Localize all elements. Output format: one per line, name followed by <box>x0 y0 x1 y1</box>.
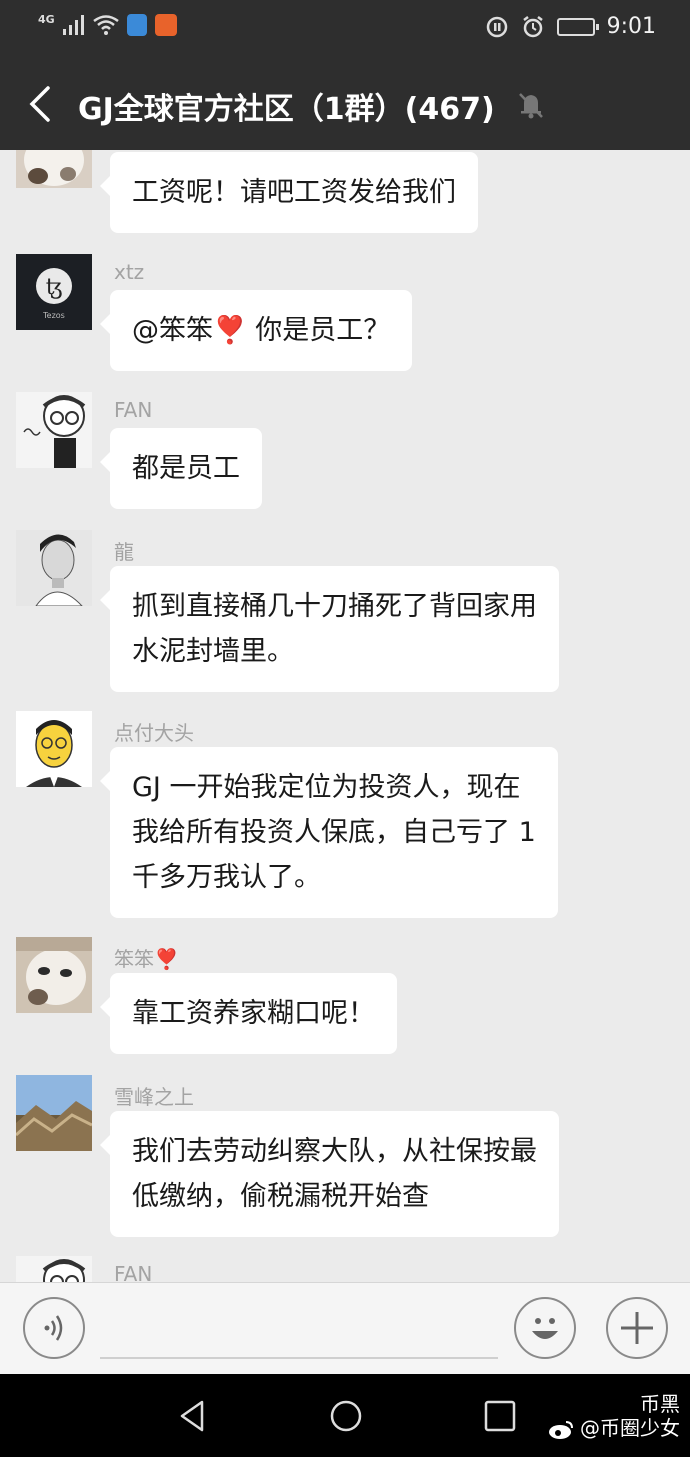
network-indicator: 4G <box>38 12 55 26</box>
message-bubble[interactable]: @笨笨❣️ 你是员工？ <box>99 290 413 371</box>
weibo-watermark: 币黑 @币圈少女 <box>548 1392 680 1440</box>
watermark-handle: @币圈少女 <box>580 1416 680 1440</box>
system-nav-bar: 币黑 @币圈少女 <box>0 1374 690 1457</box>
man-portrait-avatar[interactable] <box>16 530 92 606</box>
watermark-line1: 币黑 <box>640 1392 680 1416</box>
back-button[interactable] <box>22 82 62 126</box>
cat-avatar[interactable] <box>16 150 92 188</box>
message-bubble[interactable]: 靠工资养家糊口呢！ <box>100 973 397 1054</box>
message-bubble[interactable]: GJ 一开始我定位为投资人，现在 我给所有投资人保底，自己亏了 1 千多万我认了… <box>100 747 558 918</box>
message-text: 都是员工 <box>132 453 240 484</box>
message-bubble[interactable]: 都是员工 <box>100 428 262 509</box>
tezos-avatar-label: Tezos <box>42 311 65 320</box>
sender-name: 龍 <box>114 540 134 564</box>
message-text: @笨笨❣️ 你是员工？ <box>132 315 391 346</box>
weibo-icon <box>548 1420 573 1439</box>
video-app-icon <box>154 14 177 36</box>
chat-header: GJ全球官方社区（1群）(467) <box>0 58 690 150</box>
sender-name: 点付大头 <box>114 721 194 745</box>
message-text: 靠工资养家糊口呢！ <box>132 998 375 1029</box>
cat-avatar[interactable] <box>16 937 92 1013</box>
smiley-icon <box>532 1318 558 1339</box>
watermark-line2: @币圈少女 <box>548 1416 680 1440</box>
message-bubble[interactable]: 抓到直接桶几十刀捅死了背回家用 水泥封墙里。 <box>100 566 559 692</box>
shield-app-icon <box>126 14 147 36</box>
message-bubble[interactable]: 工资呢！请吧工资发给我们 <box>100 152 478 233</box>
cartoon-man-avatar[interactable] <box>16 711 92 787</box>
status-bar: 4G 9:01 <box>0 0 690 58</box>
message-bubble[interactable]: 我们去劳动纠察大队，从社保按最 低缴纳，偷税漏税开始查 <box>100 1111 559 1237</box>
message-text: 抓到直接桶几十刀捅死了背回家用 水泥封墙里。 <box>132 591 537 667</box>
message-text: 工资呢！请吧工资发给我们 <box>132 177 456 208</box>
message-input[interactable] <box>100 1303 498 1359</box>
chat-input-bar <box>0 1282 690 1374</box>
cartoon-boy-avatar[interactable] <box>16 392 92 468</box>
message-text: 我们去劳动纠察大队，从社保按最 低缴纳，偷税漏税开始查 <box>132 1136 537 1212</box>
mute-bell-icon <box>519 93 543 119</box>
battery-icon <box>556 17 599 36</box>
voice-input-button[interactable] <box>23 1297 85 1359</box>
chat-title: GJ全球官方社区（1群）(467) <box>78 92 495 127</box>
voice-icon <box>44 1315 63 1341</box>
sender-name: FAN <box>114 398 153 422</box>
sender-name: FAN <box>114 1262 153 1282</box>
sender-name: 笨笨❣️ <box>114 947 179 971</box>
sender-name: xtz <box>114 260 145 284</box>
cartoon-boy-avatar[interactable] <box>16 1256 92 1282</box>
nav-home-button[interactable] <box>326 1396 366 1436</box>
alarm-icon <box>522 15 543 37</box>
plus-icon <box>621 1312 653 1344</box>
great-wall-avatar[interactable] <box>16 1075 92 1151</box>
data-saver-icon <box>486 16 507 37</box>
more-options-button[interactable] <box>606 1297 668 1359</box>
sender-name: 雪峰之上 <box>114 1085 194 1109</box>
nav-recents-button[interactable] <box>480 1396 520 1436</box>
nav-back-button[interactable] <box>174 1396 214 1436</box>
signal-icon <box>62 15 84 35</box>
message-text: GJ 一开始我定位为投资人，现在 我给所有投资人保底，自己亏了 1 千多万我认了… <box>132 772 536 893</box>
wifi-icon <box>92 15 119 35</box>
svg-text:ꜩ: ꜩ <box>46 275 63 300</box>
emoji-button[interactable] <box>514 1297 576 1359</box>
message-list[interactable]: 工资呢！请吧工资发给我们 ꜩ Tezos xtz @笨笨❣️ 你是员工？ FAN… <box>0 150 690 1282</box>
clock: 9:01 <box>606 14 656 39</box>
tezos-avatar[interactable]: ꜩ Tezos <box>16 254 92 330</box>
